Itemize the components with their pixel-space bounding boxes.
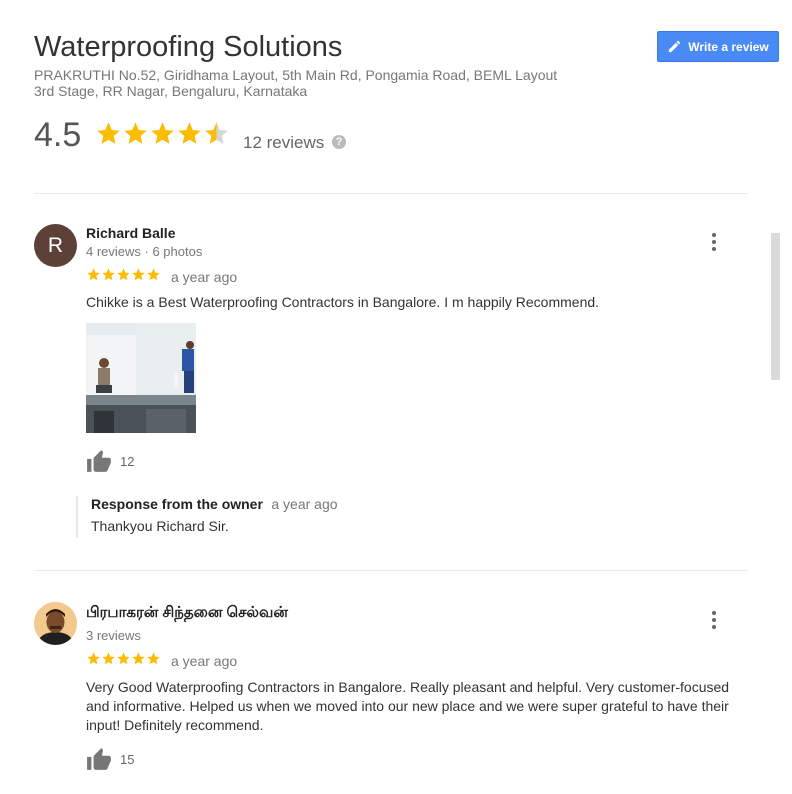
write-review-label: Write a review: [688, 39, 769, 54]
review-text: Very Good Waterproofing Contractors in B…: [86, 679, 730, 733]
owner-response-title: Response from the owner: [91, 496, 263, 512]
avatar[interactable]: [34, 602, 77, 645]
reviewer-name[interactable]: Richard Balle: [86, 225, 175, 241]
pencil-icon: [669, 40, 681, 53]
divider: [34, 570, 748, 571]
star-icon: [124, 122, 147, 144]
photo-image: [86, 323, 196, 433]
more-options-icon[interactable]: [706, 610, 722, 630]
star-icon: [132, 652, 145, 665]
help-icon[interactable]: ?: [332, 135, 346, 149]
more-options-icon[interactable]: [706, 232, 722, 252]
like-count: 15: [120, 751, 135, 767]
thumbs-up-icon: [87, 748, 111, 770]
reviewer-meta[interactable]: 4 reviews · 6 photos: [86, 244, 202, 259]
star-icon: [97, 122, 120, 144]
review-text: Chikke is a Best Waterproofing Contracto…: [86, 294, 600, 310]
scrollbar[interactable]: [771, 233, 780, 380]
like-button[interactable]: 15: [86, 747, 134, 771]
overall-rating-stars: [95, 120, 230, 147]
overall-rating: 4.5: [34, 116, 82, 154]
review-stars: [86, 651, 161, 666]
page-title: Waterproofing Solutions: [34, 31, 343, 63]
review-time: a year ago: [171, 269, 238, 285]
star-icon: [87, 652, 100, 665]
reviewer-name[interactable]: பிரபாகரன் சிந்தனை செல்வன்: [86, 604, 288, 623]
reviewer-meta[interactable]: 3 reviews: [86, 628, 141, 643]
like-count: 12: [120, 453, 135, 469]
write-review-button[interactable]: Write a review: [657, 31, 779, 62]
avatar[interactable]: R: [34, 224, 77, 267]
review-photo[interactable]: [86, 323, 196, 438]
address-line-2: 3rd Stage, RR Nagar, Bengaluru, Karnatak…: [34, 83, 308, 99]
place-address: PRAKRUTHI No.52, Giridhama Layout, 5th M…: [34, 67, 594, 99]
thumbs-up-icon: [87, 450, 111, 472]
review-time: a year ago: [171, 653, 238, 669]
owner-response: Response from the owner a year ago Thank…: [76, 496, 711, 538]
star-icon: [102, 652, 115, 665]
avatar-image: [34, 602, 77, 645]
like-button[interactable]: 12: [86, 449, 134, 473]
star-icon: [151, 122, 174, 144]
divider: [34, 193, 748, 194]
star-icon: [117, 652, 130, 665]
star-icon: [147, 268, 160, 281]
address-line-1: PRAKRUTHI No.52, Giridhama Layout, 5th M…: [34, 67, 558, 83]
star-icon: [117, 268, 130, 281]
star-icon: [147, 652, 160, 665]
owner-response-time: a year ago: [271, 496, 338, 512]
star-icon: [132, 268, 145, 281]
review-stars: [86, 267, 161, 282]
star-icon: [102, 268, 115, 281]
star-icon: [87, 268, 100, 281]
review-count[interactable]: 12 reviews: [243, 133, 324, 153]
owner-response-text: Thankyou Richard Sir.: [91, 518, 229, 534]
star-icon: [178, 122, 201, 144]
half-star-icon: [205, 122, 228, 144]
